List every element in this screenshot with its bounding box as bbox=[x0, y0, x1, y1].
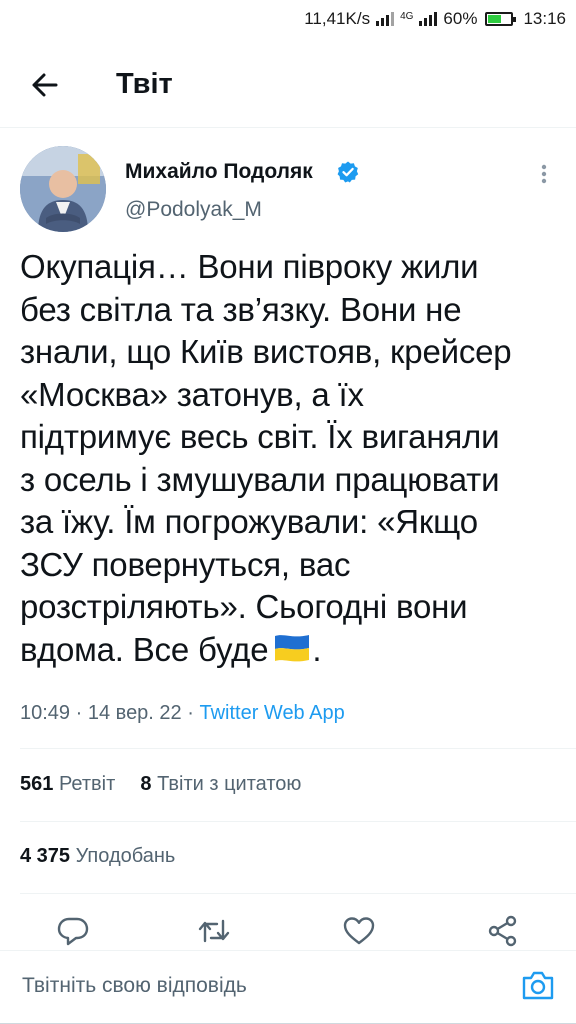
divider bbox=[20, 893, 576, 894]
author-handle[interactable]: @Podolyak_M bbox=[125, 198, 262, 222]
divider bbox=[20, 821, 576, 822]
more-options-button[interactable] bbox=[534, 160, 554, 188]
tweet-date: 14 вер. 22 bbox=[87, 702, 182, 724]
likes-stats[interactable]: 4 375 Уподобань bbox=[20, 845, 175, 868]
reply-button[interactable] bbox=[55, 913, 91, 949]
tweet-line: вдома. Все буде bbox=[20, 630, 269, 668]
retweets-link[interactable]: 561 Ретвіт bbox=[20, 773, 115, 795]
more-vertical-icon bbox=[541, 164, 547, 184]
clock: 13:16 bbox=[523, 9, 566, 28]
verified-badge-icon bbox=[337, 161, 359, 183]
cell-signal-icon bbox=[419, 12, 438, 26]
divider bbox=[20, 748, 576, 749]
battery-level bbox=[488, 15, 502, 23]
tweet-line: Окупація… Вони півроку жили bbox=[20, 248, 479, 285]
tweet-final-punct: . bbox=[312, 630, 322, 668]
tweet-line: підтримує весь світ. Їх виганяли bbox=[20, 418, 500, 455]
meta-separator: · bbox=[187, 702, 194, 724]
quotes-count: 8 bbox=[140, 773, 152, 795]
tweet-line: без світла та зв’язку. Вони не bbox=[20, 290, 462, 328]
like-icon bbox=[343, 917, 375, 945]
like-button[interactable] bbox=[341, 913, 377, 949]
author-name[interactable]: Михайло Подоляк bbox=[125, 160, 313, 184]
camera-icon bbox=[522, 971, 554, 1000]
retweets-count: 561 bbox=[20, 773, 54, 795]
page-title: Твіт bbox=[116, 68, 173, 100]
network-type: 4G bbox=[400, 10, 414, 22]
tweet-time: 10:49 bbox=[20, 702, 71, 724]
likes-label: Уподобань bbox=[75, 845, 176, 867]
back-button[interactable] bbox=[26, 67, 62, 103]
tweet-line-last: вдома. Все буде . bbox=[20, 629, 565, 672]
tweet-line: «Москва» затонув, а їх bbox=[20, 375, 364, 413]
retweet-icon bbox=[198, 919, 230, 943]
tweet-text: Окупація… Вони півроку жили без світла т… bbox=[20, 246, 565, 671]
retweet-stats: 561 Ретвіт 8 Твіти з цитатою bbox=[20, 773, 301, 796]
quotes-label: Твіти з цитатою bbox=[157, 773, 302, 795]
reply-input[interactable] bbox=[22, 971, 482, 1001]
likes-count: 4 375 bbox=[20, 845, 71, 867]
avatar[interactable] bbox=[20, 146, 106, 232]
status-bar: 11,41K/s 4G 60% 13:16 bbox=[0, 0, 576, 38]
tweet-line: за їжу. Їм погрожували: «Якщо bbox=[20, 503, 478, 540]
arrow-left-icon bbox=[32, 73, 58, 97]
network-speed: 11,41K/s bbox=[304, 9, 371, 28]
share-icon bbox=[488, 915, 517, 947]
share-button[interactable] bbox=[485, 913, 521, 949]
battery-icon bbox=[485, 12, 517, 26]
retweets-label: Ретвіт bbox=[58, 773, 116, 795]
reply-composer bbox=[0, 950, 576, 1024]
reply-icon bbox=[57, 917, 89, 946]
tweet-meta: 10:49 · 14 вер. 22 · Twitter Web App bbox=[20, 702, 345, 725]
battery-percent: 60% bbox=[443, 9, 478, 28]
retweet-button[interactable] bbox=[196, 913, 232, 949]
top-app-bar: Твіт bbox=[0, 38, 576, 128]
tweet-line: розстріляють». Сьогодні вони bbox=[20, 588, 468, 625]
wifi-signal-icon bbox=[376, 12, 395, 26]
ukraine-flag-icon bbox=[275, 634, 310, 661]
tweet-line: знали, що Київ вистояв, крейсер bbox=[20, 333, 512, 370]
tweet-line: ЗСУ повернуться, вас bbox=[20, 545, 351, 583]
camera-button[interactable] bbox=[520, 967, 556, 1003]
tweet-source-link[interactable]: Twitter Web App bbox=[199, 702, 344, 724]
avatar-photo bbox=[20, 146, 106, 232]
meta-separator: · bbox=[75, 702, 83, 724]
quotes-link[interactable]: 8 Твіти з цитатою bbox=[140, 773, 301, 795]
tweet-line: з осель і змушували працювати bbox=[20, 460, 500, 498]
